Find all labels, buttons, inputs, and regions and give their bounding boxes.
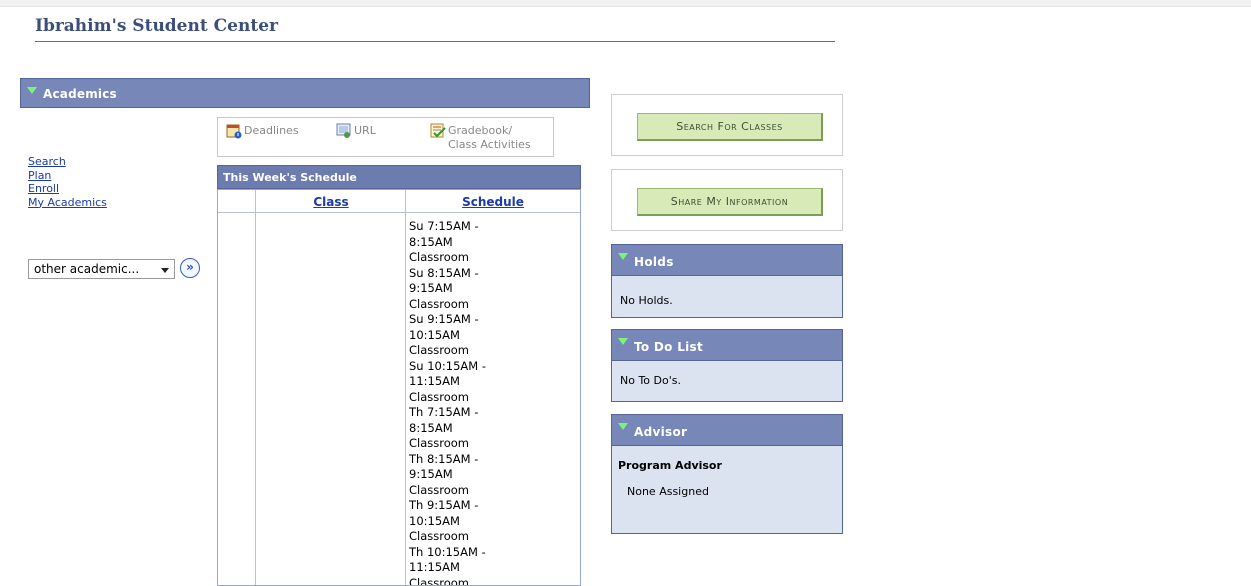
schedule-line: 10:15AM — [409, 513, 460, 528]
page-title: Ibrahim's Student Center — [35, 16, 278, 36]
todo-message: No To Do's. — [620, 374, 681, 387]
schedule-line: Th 7:15AM - — [409, 405, 479, 419]
todo-header[interactable]: To Do List — [611, 329, 843, 361]
title-divider — [35, 41, 835, 42]
holds-header-label: Holds — [634, 255, 674, 269]
collapse-triangle-icon[interactable] — [618, 253, 628, 260]
holds-header[interactable]: Holds — [611, 244, 843, 276]
schedule-line: Classroom — [409, 436, 470, 450]
schedule-line: Classroom — [409, 389, 470, 404]
holds-panel: No Holds. — [611, 276, 843, 318]
class-column-header[interactable]: Class — [256, 195, 406, 209]
advisor-header-label: Advisor — [634, 425, 688, 439]
share-my-information-button[interactable]: Share My Information — [637, 188, 823, 216]
calendar-icon — [226, 124, 242, 139]
schedule-column-header[interactable]: Schedule — [406, 195, 580, 209]
chevron-down-icon — [161, 268, 169, 273]
schedule-cell: Su 7:15AM -8:15AM Classroom Su 8:15AM -9:1… — [409, 219, 577, 586]
gradebook-check-icon — [430, 123, 446, 138]
gradebook-label-line1: Gradebook/ — [448, 124, 513, 137]
browser-top-strip — [0, 0, 1251, 7]
schedule-line: Classroom — [409, 250, 470, 264]
holds-message: No Holds. — [620, 294, 673, 307]
column-divider — [405, 190, 406, 585]
advisor-value: None Assigned — [627, 485, 709, 498]
link-plan[interactable]: Plan — [28, 169, 107, 183]
url-label: URL — [354, 124, 376, 137]
schedule-line: 11:15AM — [409, 560, 460, 574]
todo-header-label: To Do List — [634, 340, 704, 354]
gradebook-label-line2: Class Activities — [448, 138, 531, 151]
schedule-line: Classroom — [409, 575, 470, 586]
other-academic-select-value: other academic... — [34, 262, 140, 276]
academic-tools-bar: Deadlines URL Gradebook/ Class Activitie… — [217, 117, 554, 157]
search-for-classes-button[interactable]: Search For Classes — [637, 113, 823, 141]
schedule-line: 9:15AM — [409, 467, 453, 481]
advisor-title: Program Advisor — [618, 459, 722, 472]
search-classes-box: Search For Classes — [611, 94, 843, 156]
schedule-line: 9:15AM — [409, 281, 453, 295]
schedule-line: 10:15AM — [409, 327, 460, 342]
share-info-box: Share My Information — [611, 169, 843, 231]
schedule-line: Su 8:15AM - — [409, 265, 479, 280]
advisor-panel: Program Advisor None Assigned — [611, 446, 843, 534]
todo-panel: No To Do's. — [611, 361, 843, 402]
academics-section-header[interactable]: Academics — [20, 78, 590, 108]
schedule-table: Class Schedule Su 7:15AM -8:15AM Classroo… — [217, 189, 581, 586]
link-search[interactable]: Search — [28, 155, 107, 169]
gradebook-label: Gradebook/ Class Activities — [448, 124, 531, 152]
collapse-triangle-icon[interactable] — [618, 338, 628, 345]
deadlines-label: Deadlines — [244, 124, 299, 137]
academics-links: Search Plan Enroll My Academics — [28, 155, 107, 209]
other-academic-select[interactable]: other academic... — [28, 259, 175, 279]
schedule-line: Th 10:15AM - — [409, 544, 486, 559]
schedule-header-label: This Week's Schedule — [223, 171, 357, 184]
schedule-line: Classroom — [409, 529, 470, 543]
collapse-triangle-icon[interactable] — [618, 423, 628, 430]
schedule-line: Classroom — [409, 343, 470, 357]
schedule-line: Classroom — [409, 482, 470, 497]
column-divider — [255, 190, 256, 585]
schedule-line: Su 7:15AM - — [409, 219, 479, 233]
schedule-line: Classroom — [409, 296, 470, 311]
collapse-triangle-icon[interactable] — [27, 87, 37, 94]
link-enroll[interactable]: Enroll — [28, 182, 107, 196]
go-arrow-button[interactable]: » — [180, 258, 200, 278]
web-link-icon — [336, 123, 351, 138]
advisor-header[interactable]: Advisor — [611, 414, 843, 446]
link-my-academics[interactable]: My Academics — [28, 196, 107, 210]
schedule-header: This Week's Schedule — [217, 165, 581, 189]
schedule-line: Su 10:15AM - — [409, 358, 486, 373]
schedule-line: Su 9:15AM - — [409, 312, 479, 326]
schedule-line: 8:15AM — [409, 234, 453, 249]
schedule-line: 8:15AM — [409, 420, 453, 435]
schedule-line: Th 8:15AM - — [409, 451, 479, 466]
academics-header-label: Academics — [43, 87, 117, 101]
schedule-line: 11:15AM — [409, 374, 460, 388]
schedule-line: Th 9:15AM - — [409, 498, 479, 512]
